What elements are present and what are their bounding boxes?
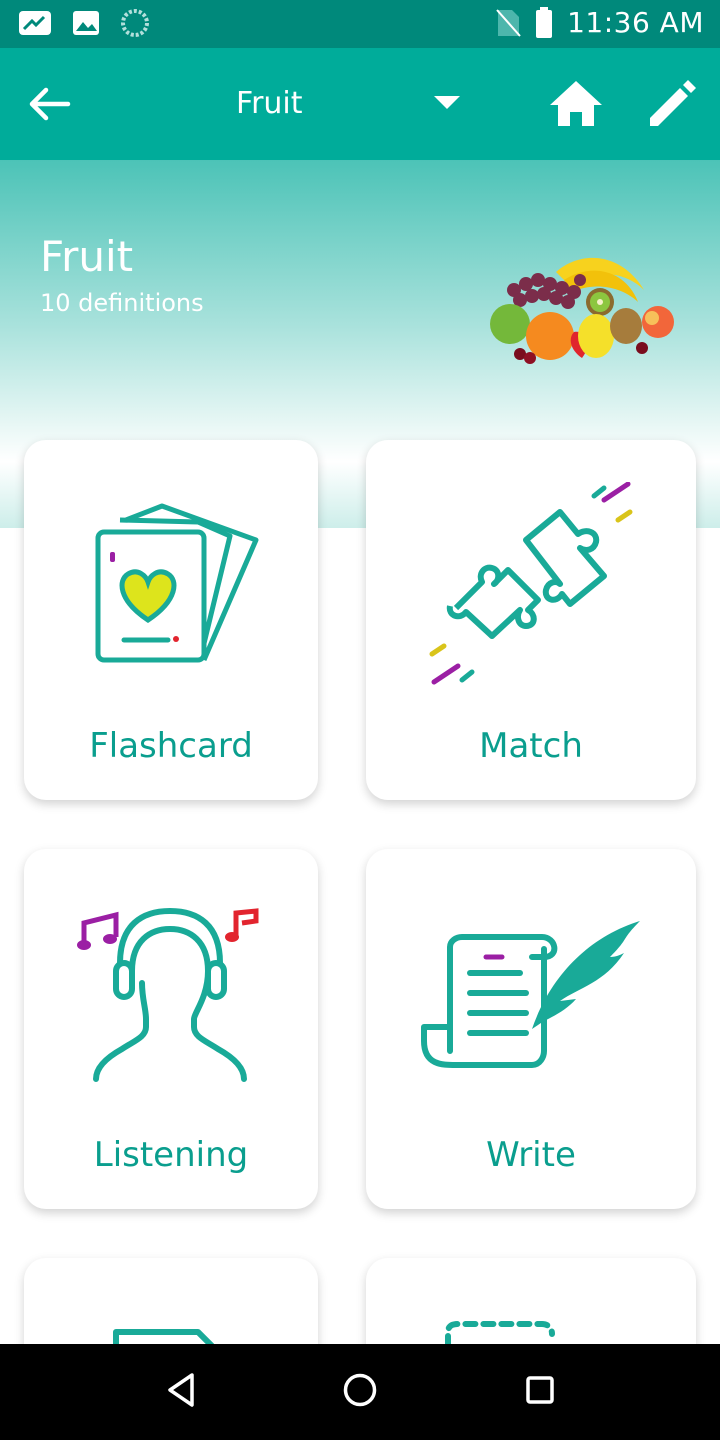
back-triangle-icon[interactable] <box>166 1372 196 1408</box>
listening-card[interactable]: Listening <box>24 849 318 1209</box>
card-label: Write <box>486 1135 576 1175</box>
set-title: Fruit <box>40 232 134 281</box>
flashcard-card[interactable]: Flashcard <box>24 440 318 800</box>
write-card[interactable]: Write <box>366 849 696 1209</box>
puzzle-icon <box>429 482 633 685</box>
set-selector-title[interactable]: Fruit <box>236 86 303 121</box>
app-bar: Fruit <box>0 48 720 160</box>
home-circle-icon[interactable] <box>342 1372 378 1408</box>
clock-time: 11:36 AM <box>567 6 704 39</box>
definitions-count: 10 definitions <box>40 289 204 317</box>
image-icon <box>73 11 99 35</box>
card-label: Flashcard <box>89 726 253 766</box>
quill-scroll-icon <box>421 921 640 1068</box>
recents-square-icon[interactable] <box>524 1372 556 1408</box>
flashcard-icon <box>95 503 259 663</box>
home-icon[interactable] <box>548 78 604 128</box>
headphones-person-icon <box>77 908 259 1082</box>
back-arrow-icon[interactable] <box>24 82 76 126</box>
system-nav-bar <box>0 1344 720 1440</box>
status-bar: 11:36 AM <box>0 0 720 48</box>
fruit-bowl-image <box>490 257 674 364</box>
gallery-app-icon <box>19 11 51 35</box>
loading-icon <box>121 9 149 37</box>
battery-icon <box>536 6 553 38</box>
card-label: Listening <box>93 1135 249 1175</box>
card-label: Match <box>479 726 583 766</box>
edit-icon[interactable] <box>644 78 698 132</box>
no-sim-icon <box>496 8 521 37</box>
dropdown-icon[interactable] <box>432 94 462 112</box>
match-card[interactable]: Match <box>366 440 696 800</box>
